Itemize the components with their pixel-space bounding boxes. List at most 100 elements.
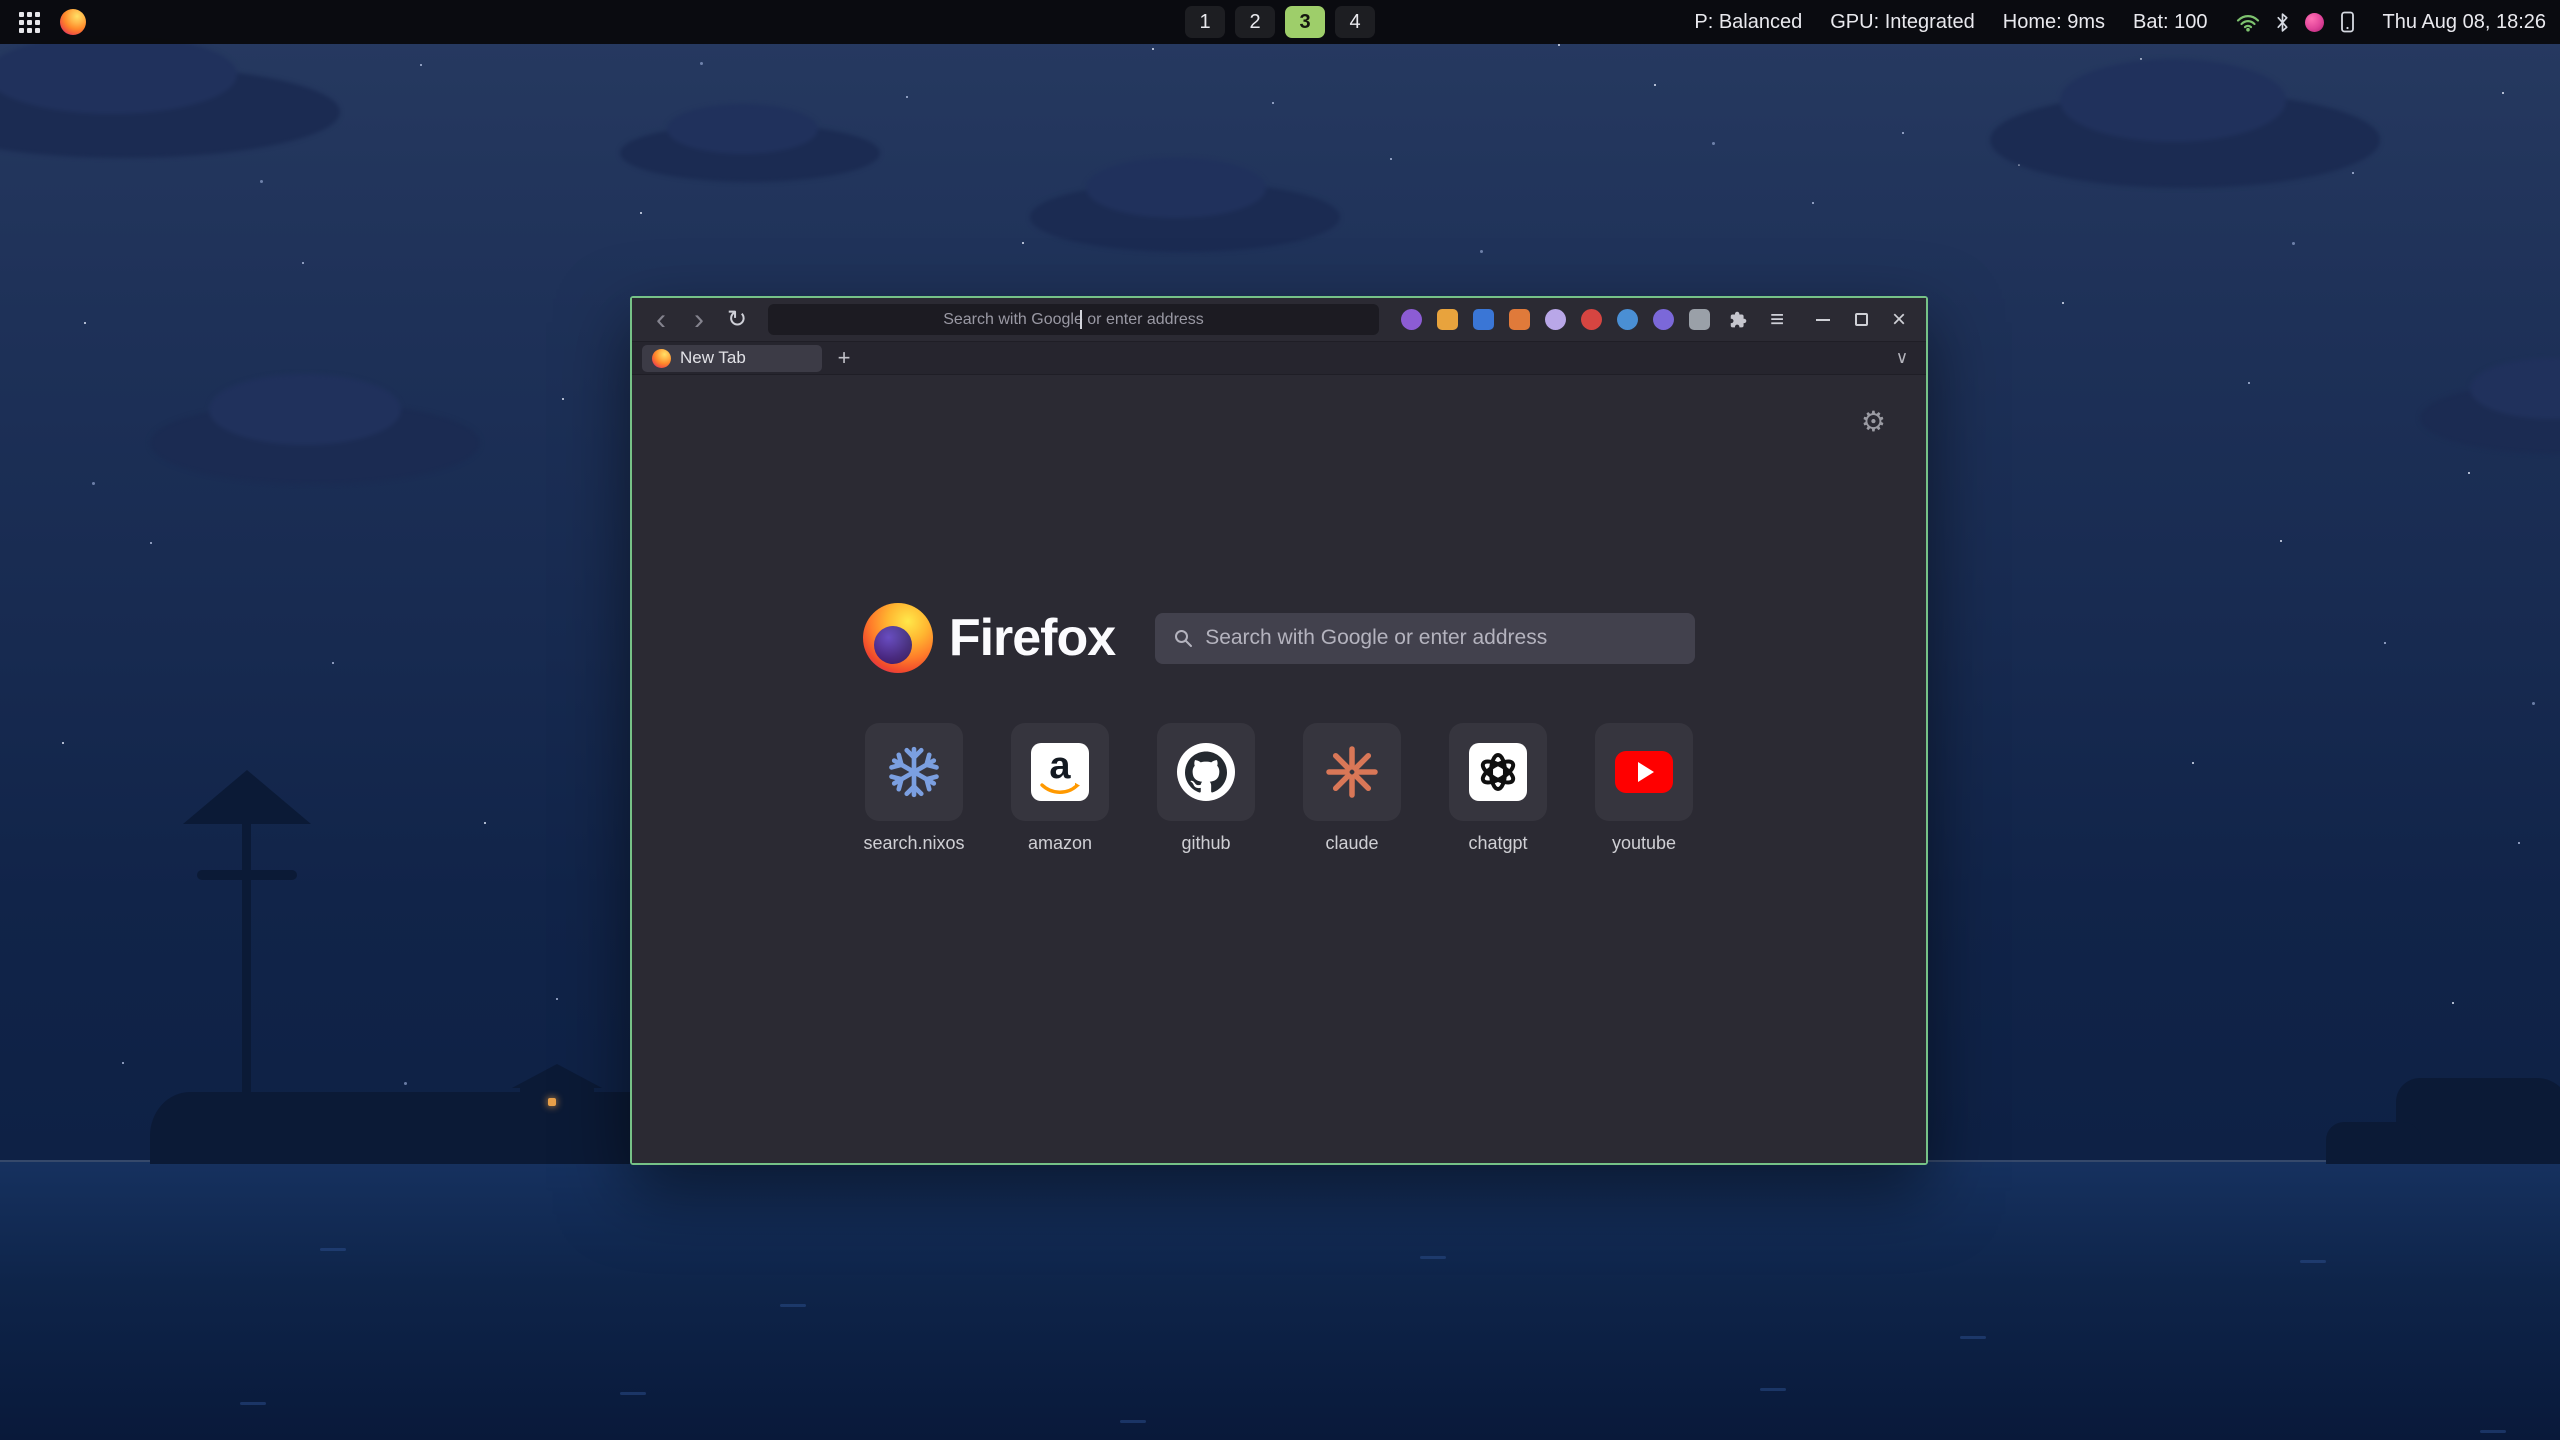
shortcut-tile — [1595, 723, 1693, 821]
url-bar-placeholder: Search with Google or enter address — [943, 311, 1204, 329]
watchtower-roof — [183, 770, 311, 824]
network-icon[interactable] — [2236, 13, 2260, 32]
shortcut-search-nixos[interactable]: search.nixos — [864, 723, 964, 854]
close-button[interactable]: × — [1884, 305, 1914, 335]
firefox-launcher-icon[interactable] — [60, 9, 86, 35]
bluetooth-icon[interactable] — [2276, 12, 2289, 33]
shortcut-label: search.nixos — [863, 833, 964, 854]
maximize-icon — [1855, 313, 1868, 326]
newtab-search-field[interactable] — [1155, 613, 1695, 664]
hue-light-icon[interactable] — [2305, 13, 2324, 32]
text-caret — [1080, 310, 1082, 329]
extension-icon-3[interactable] — [1473, 309, 1494, 330]
cloud — [2420, 382, 2560, 454]
extensions-puzzle-button[interactable] — [1722, 303, 1756, 337]
newtab-hero: Firefox — [632, 603, 1926, 673]
reload-button[interactable]: ↻ — [720, 303, 754, 337]
new-tab-button[interactable]: + — [830, 344, 858, 372]
minimize-button[interactable] — [1808, 305, 1838, 335]
extension-icon-5[interactable] — [1545, 309, 1566, 330]
workspace-button-4[interactable]: 4 — [1335, 6, 1375, 38]
cloud — [150, 402, 480, 484]
firefox-window: ‹ › ↻ Search with Google or enter addres… — [630, 296, 1928, 1165]
shortcut-tile: a — [1011, 723, 1109, 821]
shortcut-claude[interactable]: claude — [1302, 723, 1402, 854]
shortcut-label: github — [1181, 833, 1230, 854]
shortcut-tiles: search.nixos a amazon — [632, 723, 1926, 854]
tab-title: New Tab — [680, 348, 746, 368]
chatgpt-icon — [1469, 743, 1527, 801]
clock: Thu Aug 08, 18:26 — [2383, 11, 2546, 34]
island-silhouette — [150, 1092, 710, 1164]
navigation-toolbar: ‹ › ↻ Search with Google or enter addres… — [632, 298, 1926, 342]
firefox-favicon — [652, 349, 671, 368]
puzzle-icon — [1728, 309, 1750, 331]
tab-overflow-button[interactable]: ∨ — [1888, 344, 1916, 372]
workspace-button-1[interactable]: 1 — [1185, 6, 1225, 38]
tab-bar: New Tab + ∨ — [632, 342, 1926, 375]
home-latency-status: Home: 9ms — [2003, 11, 2105, 34]
github-icon — [1177, 743, 1235, 801]
menu-button[interactable]: ≡ — [1760, 303, 1794, 337]
claude-icon — [1325, 745, 1379, 799]
firefox-wordmark: Firefox — [949, 608, 1115, 668]
extension-icon-2[interactable] — [1437, 309, 1458, 330]
watchtower-platform — [197, 870, 297, 880]
extension-icon-1[interactable] — [1401, 309, 1422, 330]
nixos-icon — [886, 744, 942, 800]
apps-grid-icon — [19, 12, 40, 33]
cloud — [1990, 92, 2380, 188]
firefox-logo — [863, 603, 933, 673]
shortcut-youtube[interactable]: youtube — [1594, 723, 1694, 854]
newtab-search-input[interactable] — [1205, 626, 1677, 650]
battery-status: Bat: 100 — [2133, 11, 2208, 34]
extension-icon-6[interactable] — [1581, 309, 1602, 330]
shortcut-label: chatgpt — [1468, 833, 1527, 854]
extension-icon-4[interactable] — [1509, 309, 1530, 330]
back-button[interactable]: ‹ — [644, 303, 678, 337]
topbar-left — [14, 7, 86, 37]
youtube-icon — [1615, 751, 1673, 793]
maximize-button[interactable] — [1846, 305, 1876, 335]
shortcut-label: amazon — [1028, 833, 1092, 854]
extension-icon-7[interactable] — [1617, 309, 1638, 330]
cloud — [1030, 182, 1340, 252]
shortcut-tile — [1449, 723, 1547, 821]
shortcut-label: youtube — [1612, 833, 1676, 854]
url-bar[interactable]: Search with Google or enter address — [768, 304, 1379, 335]
amazon-icon: a — [1031, 743, 1089, 801]
device-icon[interactable] — [2340, 11, 2355, 33]
extension-buttons — [1393, 309, 1718, 330]
cloud — [620, 124, 880, 182]
shortcut-tile — [1157, 723, 1255, 821]
workspace-switcher: 1 2 3 4 — [1185, 0, 1375, 44]
minimize-icon — [1816, 319, 1830, 321]
topbar-right: P: Balanced GPU: Integrated Home: 9ms Ba… — [1694, 11, 2546, 34]
workspace-button-2[interactable]: 2 — [1235, 6, 1275, 38]
window-controls: × — [1808, 305, 1914, 335]
app-launcher-button[interactable] — [14, 7, 44, 37]
personalize-settings-button[interactable]: ⚙ — [1861, 405, 1886, 438]
shortcut-chatgpt[interactable]: chatgpt — [1448, 723, 1548, 854]
workspace-button-3[interactable]: 3 — [1285, 6, 1325, 38]
system-tray — [2236, 11, 2355, 33]
hut-silhouette — [520, 1086, 594, 1126]
extension-icon-9[interactable] — [1689, 309, 1710, 330]
search-icon — [1173, 628, 1193, 648]
hut-lantern — [548, 1098, 556, 1106]
power-profile-status: P: Balanced — [1694, 11, 1802, 34]
shortcut-label: claude — [1325, 833, 1378, 854]
shortcut-tile — [1303, 723, 1401, 821]
forward-button[interactable]: › — [682, 303, 716, 337]
new-tab-page: ⚙ Firefox — [632, 375, 1926, 1163]
cloud — [0, 66, 340, 158]
extension-icon-8[interactable] — [1653, 309, 1674, 330]
cliff-silhouette-small — [2326, 1122, 2421, 1164]
tab-new-tab[interactable]: New Tab — [642, 345, 822, 372]
top-bar: 1 2 3 4 P: Balanced GPU: Integrated Home… — [0, 0, 2560, 44]
gpu-status: GPU: Integrated — [1830, 11, 1975, 34]
watchtower-pole — [242, 818, 251, 1108]
shortcut-github[interactable]: github — [1156, 723, 1256, 854]
shortcut-amazon[interactable]: a amazon — [1010, 723, 1110, 854]
ocean — [0, 1162, 2560, 1440]
